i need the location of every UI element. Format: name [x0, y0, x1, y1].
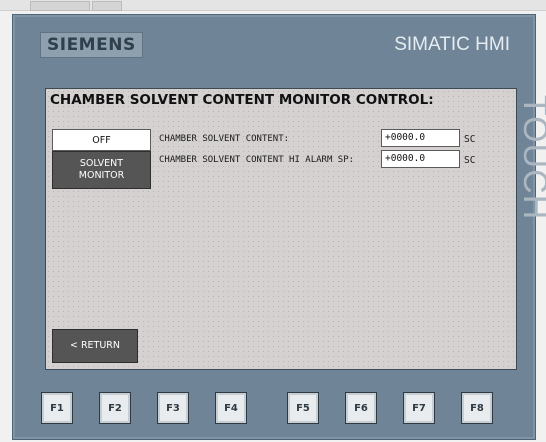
- off-button[interactable]: OFF: [52, 129, 151, 151]
- function-key-f8[interactable]: F8: [461, 392, 493, 424]
- hi-alarm-sp-field[interactable]: +0000.0: [381, 150, 460, 168]
- function-key-f1[interactable]: F1: [41, 392, 73, 424]
- solvent-content-field[interactable]: +0000.0: [381, 129, 460, 147]
- window-top-strip: [0, 0, 546, 11]
- function-key-f4[interactable]: F4: [215, 392, 247, 424]
- solvent-monitor-line2: MONITOR: [78, 170, 125, 181]
- product-label: SIMATIC HMI: [394, 34, 510, 55]
- function-key-f3[interactable]: F3: [157, 392, 189, 424]
- function-key-f6[interactable]: F6: [345, 392, 377, 424]
- function-key-f7[interactable]: F7: [403, 392, 435, 424]
- touch-label: TOUCH: [516, 95, 546, 221]
- hi-alarm-sp-label: CHAMBER SOLVENT CONTENT HI ALARM SP:: [159, 155, 355, 165]
- solvent-monitor-label: SOLVENT MONITOR: [79, 158, 124, 182]
- solvent-monitor-line1: SOLVENT: [79, 158, 124, 169]
- hmi-screen: CHAMBER SOLVENT CONTENT MONITOR CONTROL:…: [45, 88, 517, 370]
- top-tab: [30, 1, 90, 11]
- hi-alarm-sp-unit: SC: [464, 155, 476, 166]
- siemens-logo: SIEMENS: [40, 32, 143, 58]
- top-tab: [92, 1, 122, 11]
- return-button[interactable]: < RETURN: [52, 329, 138, 363]
- page-title: CHAMBER SOLVENT CONTENT MONITOR CONTROL:: [50, 92, 434, 108]
- solvent-content-label: CHAMBER SOLVENT CONTENT:: [159, 134, 290, 144]
- function-key-f2[interactable]: F2: [99, 392, 131, 424]
- solvent-monitor-button[interactable]: SOLVENT MONITOR: [52, 151, 151, 189]
- function-key-f5[interactable]: F5: [287, 392, 319, 424]
- solvent-content-unit: SC: [464, 134, 476, 145]
